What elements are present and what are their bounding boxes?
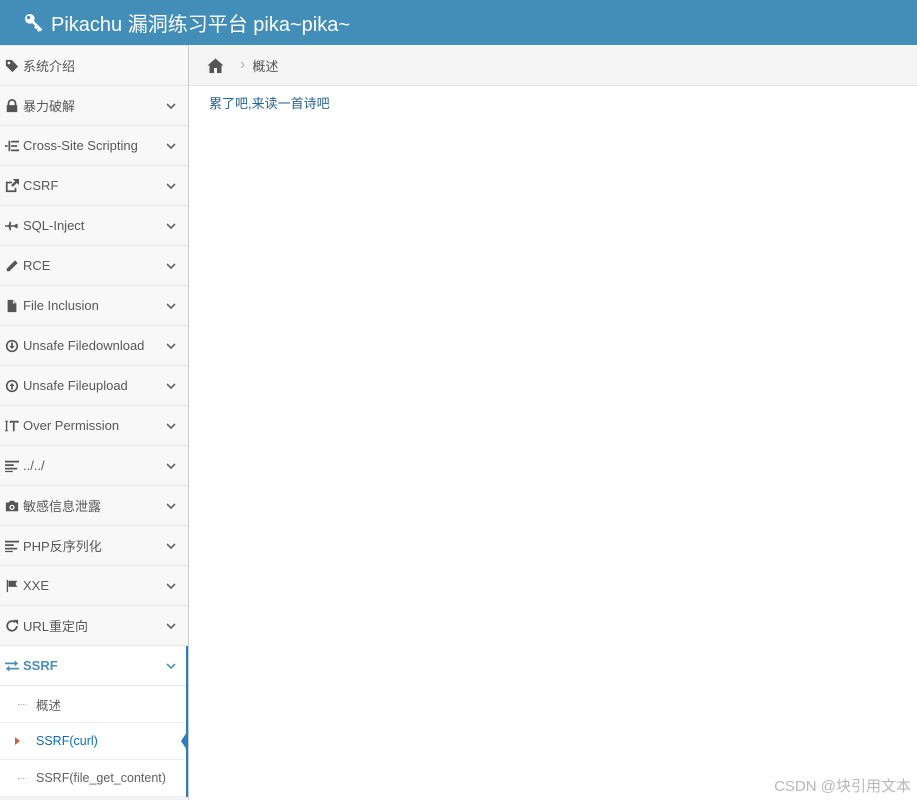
breadcrumb-current: 概述 (252, 58, 279, 74)
ssrf-submenu: 概述 SSRF(curl) SSRF(file_get_content) (0, 686, 188, 797)
lock-icon (5, 99, 19, 113)
sidebar-item-xxe[interactable]: XXE (0, 566, 188, 606)
sidebar-item-label: PHP反序列化 (23, 539, 102, 554)
sidebar-item-label: Unsafe Filedownload (23, 338, 145, 353)
fighter-jet-icon (5, 219, 19, 233)
app-header: Pikachu 漏洞练习平台 pika~pika~ (0, 0, 917, 45)
sidebar-item-label: Over Permission (23, 418, 120, 433)
submenu-item-ssrf-curl[interactable]: SSRF(curl) (0, 723, 188, 760)
chevron-down-icon (165, 460, 177, 472)
breadcrumb: › 概述 (189, 45, 917, 86)
flag-icon (5, 579, 19, 593)
key-icon (24, 13, 43, 32)
home-icon[interactable] (207, 58, 224, 73)
chevron-down-icon (165, 260, 177, 272)
chevron-down-icon (165, 540, 177, 552)
sidebar-item-dir-traversal[interactable]: ../../ (0, 446, 188, 486)
sidebar-item-label: SQL-Inject (23, 218, 85, 233)
align-left-icon (5, 459, 19, 473)
sidebar-item-url-redirect[interactable]: URL重定向 (0, 606, 188, 646)
sidebar-item-brute-force[interactable]: 暴力破解 (0, 86, 188, 126)
sidebar-item-label: ../../ (23, 458, 45, 473)
align-left-icon (5, 539, 19, 553)
sidebar-group-ssrf: SSRF 概述 SSRF(curl) SSRF(file_get_content… (0, 646, 188, 797)
sidebar-item-unsafe-fileupload[interactable]: Unsafe Fileupload (0, 366, 188, 406)
submenu-item-overview[interactable]: 概述 (0, 686, 188, 723)
sidebar-item-label: CSRF (23, 178, 59, 193)
sitemap-icon (5, 139, 19, 153)
sidebar-item-over-permission[interactable]: Over Permission (0, 406, 188, 446)
sidebar-item-label: 暴力破解 (23, 99, 76, 114)
exchange-icon (5, 659, 19, 673)
sidebar-item-csrf[interactable]: CSRF (0, 166, 188, 206)
sidebar-item-intro[interactable]: 系统介绍 (0, 46, 188, 86)
sidebar-item-label: XXE (23, 578, 50, 593)
chevron-down-icon (165, 100, 177, 112)
sidebar-item-label: 敏感信息泄露 (23, 499, 102, 514)
camera-icon (5, 499, 19, 513)
sidebar-item-label: Cross-Site Scripting (23, 138, 138, 153)
text-height-icon (5, 419, 19, 433)
caret-right-icon (15, 737, 20, 745)
page-body: 累了吧,来读一首诗吧 (189, 86, 917, 122)
sidebar-item-file-inclusion[interactable]: File Inclusion (0, 286, 188, 326)
chevron-down-icon (165, 140, 177, 152)
refresh-icon (5, 619, 19, 633)
upload-circle-icon (5, 379, 19, 393)
sidebar-item-label: Unsafe Fileupload (23, 378, 128, 393)
sidebar-item-rce[interactable]: RCE (0, 246, 188, 286)
chevron-down-icon (165, 220, 177, 232)
share-icon (5, 179, 19, 193)
chevron-down-icon (165, 580, 177, 592)
chevron-down-icon (165, 300, 177, 312)
chevron-down-icon (165, 420, 177, 432)
sidebar-item-info-leak[interactable]: 敏感信息泄露 (0, 486, 188, 526)
active-indicator-arrow (181, 729, 188, 753)
chevron-down-icon (165, 340, 177, 352)
sidebar-item-label: URL重定向 (23, 619, 89, 634)
submenu-item-label: SSRF(curl) (36, 734, 98, 748)
chevron-down-icon (165, 500, 177, 512)
chevron-down-icon (165, 620, 177, 632)
tag-icon (5, 59, 19, 73)
sidebar-item-label: 系统介绍 (23, 59, 76, 74)
sidebar-item-label: File Inclusion (23, 298, 99, 313)
breadcrumb-separator: › (240, 56, 246, 73)
sidebar-item-label: SSRF (23, 658, 58, 673)
main-content: › 概述 累了吧,来读一首诗吧 (189, 45, 917, 800)
chevron-down-icon (165, 180, 177, 192)
poem-link[interactable]: 累了吧,来读一首诗吧 (209, 94, 330, 114)
sidebar-item-unsafe-filedownload[interactable]: Unsafe Filedownload (0, 326, 188, 366)
submenu-item-ssrf-file-get-content[interactable]: SSRF(file_get_content) (0, 760, 188, 797)
sidebar-item-sql-inject[interactable]: SQL-Inject (0, 206, 188, 246)
app-title[interactable]: Pikachu 漏洞练习平台 pika~pika~ (51, 8, 350, 37)
sidebar-item-xss[interactable]: Cross-Site Scripting (0, 126, 188, 166)
sidebar-item-label: RCE (23, 258, 51, 273)
sidebar-item-php-unserialize[interactable]: PHP反序列化 (0, 526, 188, 566)
pencil-icon (5, 259, 19, 273)
file-icon (5, 299, 19, 313)
sidebar: 系统介绍 暴力破解 Cross-Site Scripting CSRF SQL-… (0, 45, 189, 800)
watermark: CSDN @块引用文本 (774, 778, 911, 795)
download-circle-icon (5, 339, 19, 353)
chevron-down-icon (165, 380, 177, 392)
chevron-down-icon (165, 660, 177, 672)
submenu-item-label: 概述 (36, 698, 62, 713)
sidebar-item-ssrf[interactable]: SSRF (0, 646, 188, 686)
submenu-item-label: SSRF(file_get_content) (36, 771, 166, 785)
